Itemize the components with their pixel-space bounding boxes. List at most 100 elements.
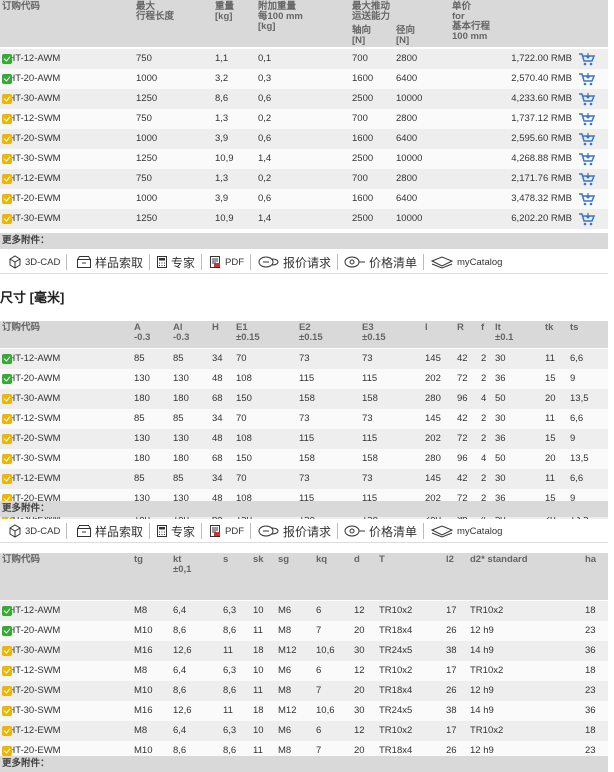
cell-e1: 108 <box>236 373 252 384</box>
toolbar-divider <box>423 523 425 539</box>
table-row: SHT-30-AWM 1250 8,6 0,6 2500 10000 4,233.60 RM… <box>0 89 608 109</box>
add-to-cart-icon[interactable] <box>578 172 596 186</box>
order-code[interactable]: SHT-12-AWM <box>2 601 60 621</box>
cell-t: TR10x2 <box>379 605 413 616</box>
table1-header-stroke: 最大 行程长度 <box>136 1 175 22</box>
cell-extra: 1,4 <box>258 213 272 224</box>
quote-request-link[interactable]: 报价请求 <box>258 519 339 543</box>
order-code[interactable]: SHT-12-SWM <box>2 109 61 129</box>
cell-t: TR10x2 <box>379 725 413 736</box>
order-code[interactable]: SHT-12-EWM <box>2 469 61 489</box>
cell-radial: 2800 <box>396 53 418 64</box>
more-accessories-bar[interactable]: 更多附件： <box>0 501 608 517</box>
add-to-cart-icon[interactable] <box>578 212 596 226</box>
unit-price: 1,722.00 RMB <box>511 53 572 64</box>
order-code[interactable]: SHT-12-AWM <box>2 49 60 69</box>
cell-radial: 6400 <box>396 73 418 84</box>
order-code[interactable]: SHT-20-AWM <box>2 69 60 89</box>
add-to-cart-icon[interactable] <box>578 132 596 146</box>
cell-al: 180 <box>173 393 189 404</box>
table3-header-l2: l2 <box>446 554 454 565</box>
order-code[interactable]: SHT-20-AWM <box>2 369 60 389</box>
order-code[interactable]: SHT-30-AWM <box>2 89 60 109</box>
add-to-cart-icon[interactable] <box>578 152 596 166</box>
pdf-link-label: PDF <box>225 525 244 537</box>
table3-header: 订购代码 tg kt ±0,1 s sk sg kq d Tl2 d2* standard ha <box>0 553 608 600</box>
table2-header-lt: lt ±0.1 <box>495 322 514 343</box>
order-code[interactable]: SHT-30-AWM <box>2 389 60 409</box>
order-code[interactable]: SHT-20-SWM <box>2 129 61 149</box>
status-available-icon <box>2 626 12 636</box>
sample-request-link[interactable]: 样品索取 <box>76 519 151 543</box>
table-row: SHT-20-AWM M10 8,6 8,6 11 M8 7 20 TR18x4 26 12 h9 2… <box>0 621 608 641</box>
cell-stroke: 1250 <box>136 93 158 104</box>
cell-tg: M8 <box>134 725 148 736</box>
cell-kq: 6 <box>316 605 322 616</box>
add-to-cart-icon[interactable] <box>578 52 596 66</box>
table2-header-e3: E3 ±0.15 <box>362 322 386 343</box>
order-code[interactable]: SHT-20-SWM <box>2 681 61 701</box>
order-code[interactable]: SHT-30-SWM <box>2 701 61 721</box>
quote-request-link[interactable]: 报价请求 <box>258 250 339 274</box>
3d-cad-link[interactable]: 3D-CAD <box>8 250 68 274</box>
order-code[interactable]: SHT-30-SWM <box>2 449 61 469</box>
cell-sk: 10 <box>253 665 264 676</box>
order-code[interactable]: SHT-12-SWM <box>2 409 61 429</box>
cell-e2: 158 <box>299 393 315 404</box>
pdf-link[interactable]: PDF <box>208 250 251 274</box>
cell-r: 96 <box>457 453 468 464</box>
cell-ha: 36 <box>585 645 596 656</box>
table-row: SHT-12-SWM 750 1,3 0,2 700 2800 1,737.12 RMB <box>0 109 608 129</box>
cell-extra: 0,6 <box>258 93 272 104</box>
order-code[interactable]: SHT-20-SWM <box>2 429 61 449</box>
cell-h: 48 <box>212 433 223 444</box>
more-accessories-bar[interactable]: 更多附件： <box>0 756 608 772</box>
order-code[interactable]: SHT-12-AWM <box>2 349 60 369</box>
add-to-cart-icon[interactable] <box>578 192 596 206</box>
table1-header-axial: 轴向 [N] <box>352 25 372 46</box>
price-list-link[interactable]: 价格清单 <box>344 250 425 274</box>
cell-tg: M16 <box>134 705 153 716</box>
table-row: SHT-12-SWM 85 85 34 70 73 73 145 42 2 30 11 6,6 <box>0 409 608 429</box>
order-code[interactable]: SHT-30-EWM <box>2 209 61 229</box>
cell-tk: 11 <box>545 413 555 424</box>
price-list-link[interactable]: 价格清单 <box>344 519 425 543</box>
3d-cad-link[interactable]: 3D-CAD <box>8 519 68 543</box>
cell-ts: 9 <box>570 433 576 444</box>
status-on-request-icon <box>2 174 12 184</box>
status-on-request-icon <box>2 666 12 676</box>
mycatalog-link[interactable]: myCatalog <box>430 250 502 274</box>
order-code[interactable]: SHT-12-SWM <box>2 661 61 681</box>
order-code[interactable]: SHT-12-EWM <box>2 169 61 189</box>
order-code[interactable]: SHT-20-EWM <box>2 189 61 209</box>
more-accessories-bar[interactable]: 更多附件： <box>0 233 608 249</box>
cell-tg: M10 <box>134 625 153 636</box>
status-on-request-icon <box>2 394 12 404</box>
cell-weight: 3,9 <box>215 193 229 204</box>
cell-sk: 11 <box>253 685 263 696</box>
cell-sk: 18 <box>253 645 264 656</box>
expert-link[interactable]: 专家 <box>156 250 203 274</box>
cell-kq: 10,6 <box>316 645 335 656</box>
cell-l: 202 <box>425 373 441 384</box>
add-to-cart-icon[interactable] <box>578 72 596 86</box>
cell-tg: M10 <box>134 685 153 696</box>
order-code[interactable]: SHT-20-AWM <box>2 621 60 641</box>
cell-axial: 700 <box>352 173 368 184</box>
cell-a: 180 <box>134 453 150 464</box>
order-code[interactable]: SHT-12-EWM <box>2 721 61 741</box>
sample-request-link[interactable]: 样品索取 <box>76 250 151 274</box>
catalog-icon <box>430 255 457 269</box>
cell-e1: 150 <box>236 393 252 404</box>
cell-e2: 73 <box>299 353 310 364</box>
cube-icon <box>8 524 25 538</box>
table1-header-weight: 重量 [kg] <box>215 1 235 22</box>
order-code[interactable]: SHT-30-SWM <box>2 149 61 169</box>
mycatalog-link[interactable]: myCatalog <box>430 519 502 543</box>
add-to-cart-icon[interactable] <box>578 112 596 126</box>
table-row: SHT-12-EWM 750 1,3 0,2 700 2800 2,171.76 RMB <box>0 169 608 189</box>
order-code[interactable]: SHT-30-AWM <box>2 641 60 661</box>
add-to-cart-icon[interactable] <box>578 92 596 106</box>
expert-link[interactable]: 专家 <box>156 519 203 543</box>
pdf-link[interactable]: PDF <box>208 519 251 543</box>
